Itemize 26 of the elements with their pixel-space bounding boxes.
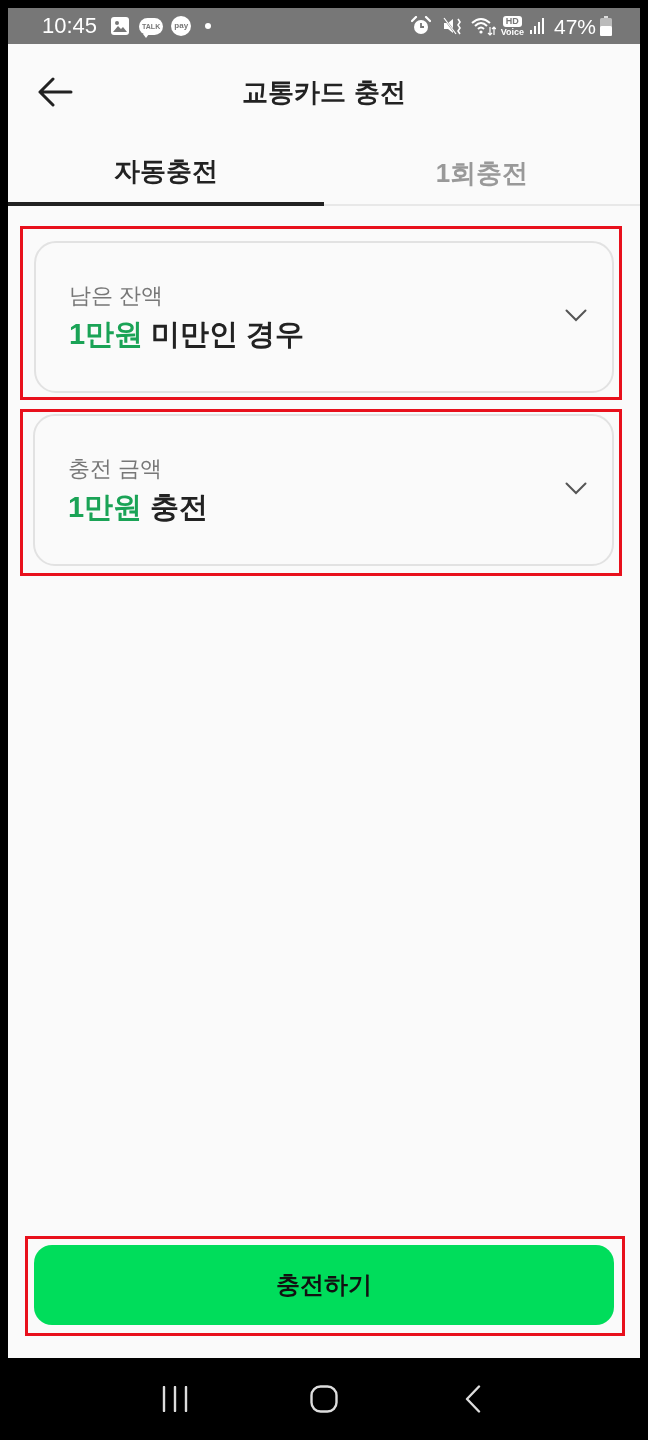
home-icon bbox=[310, 1385, 338, 1413]
wifi-icon bbox=[470, 16, 496, 36]
select-label: 남은 잔액 bbox=[69, 282, 164, 310]
battery-percent: 47% bbox=[553, 15, 596, 37]
signal-icon bbox=[529, 18, 544, 34]
select-value: 1만원 미만인 경우 bbox=[69, 317, 305, 352]
clock-time: 10:45 bbox=[42, 15, 98, 37]
tab[interactable]: 자동충전 bbox=[8, 140, 324, 206]
mute-icon bbox=[442, 17, 462, 35]
image-icon bbox=[111, 17, 130, 35]
dot-icon bbox=[205, 23, 212, 29]
back-chevron-icon bbox=[465, 1385, 482, 1413]
recent-apps-icon bbox=[161, 1386, 188, 1412]
page-title: 교통카드 충전 bbox=[242, 75, 406, 109]
select-label: 충전 금액 bbox=[68, 455, 163, 483]
chevron-down-icon bbox=[565, 481, 587, 495]
alarm-clock-icon bbox=[410, 16, 431, 36]
dropdown-select[interactable]: 충전 금액 1만원 충전 bbox=[33, 414, 614, 566]
hd-voice-indicator: HD Voice bbox=[500, 15, 524, 37]
battery-icon bbox=[600, 16, 612, 36]
dropdown-select[interactable]: 남은 잔액 1만원 미만인 경우 bbox=[34, 241, 614, 393]
charge-button[interactable]: 충전하기 bbox=[34, 1245, 614, 1325]
select-value: 1만원 충전 bbox=[68, 490, 209, 525]
pay-app-badge: pay bbox=[171, 16, 192, 36]
chevron-down-icon bbox=[565, 308, 587, 322]
back-arrow-icon bbox=[37, 77, 73, 107]
